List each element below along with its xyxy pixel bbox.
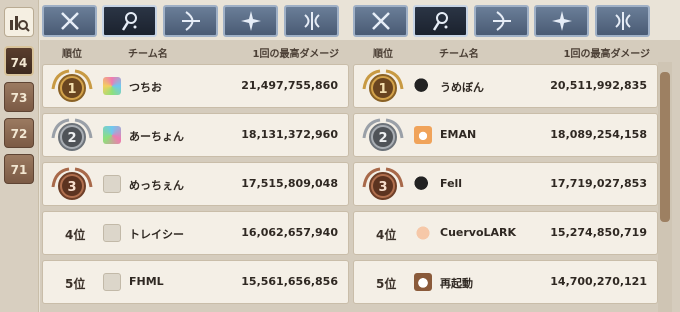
rank-label: 4位 bbox=[65, 228, 86, 242]
team-avatar bbox=[414, 175, 432, 193]
tab-bow[interactable] bbox=[163, 5, 218, 37]
tab-magic-staff[interactable] bbox=[413, 5, 468, 37]
team-avatar bbox=[414, 224, 432, 242]
ranking-row[interactable]: 3 Fell 17,719,027,853 bbox=[353, 162, 658, 206]
tab-magic-staff[interactable] bbox=[102, 5, 157, 37]
ranking-scrollbar[interactable] bbox=[658, 62, 672, 312]
column-team: チーム名 bbox=[128, 49, 168, 60]
cross-compass-icon bbox=[551, 11, 572, 31]
column-team: チーム名 bbox=[439, 49, 479, 60]
max-damage: 14,700,270,121 bbox=[550, 275, 647, 288]
team-name: 再起動 bbox=[440, 277, 473, 290]
tab-bow[interactable] bbox=[474, 5, 529, 37]
team-name: うめぼん bbox=[440, 81, 484, 94]
season-tab-71[interactable]: 71 bbox=[4, 154, 34, 184]
team-avatar bbox=[103, 175, 121, 193]
team-name: あーちょん bbox=[129, 130, 184, 143]
max-damage: 18,131,372,960 bbox=[241, 128, 338, 141]
team-avatar bbox=[414, 273, 432, 291]
gold-medal-icon: 1 bbox=[51, 69, 93, 102]
team-avatar bbox=[103, 126, 121, 144]
silver-medal-icon: 2 bbox=[51, 118, 93, 151]
ranking-search-button[interactable] bbox=[4, 7, 34, 37]
team-avatar bbox=[103, 77, 121, 95]
tab-winged-blade[interactable] bbox=[595, 5, 650, 37]
team-avatar bbox=[414, 126, 432, 144]
ranking-row[interactable]: 2 あーちょん 18,131,372,960 bbox=[42, 113, 349, 157]
max-damage: 17,719,027,853 bbox=[550, 177, 647, 190]
tab-cross-compass[interactable] bbox=[223, 5, 278, 37]
scrollbar-thumb[interactable] bbox=[660, 72, 670, 222]
ranking-row[interactable]: 2 EMAN 18,089,254,158 bbox=[353, 113, 658, 157]
team-name: つちお bbox=[129, 81, 162, 94]
tab-winged-blade[interactable] bbox=[284, 5, 339, 37]
ranking-row[interactable]: 4位 トレイシー 16,062,657,940 bbox=[42, 211, 349, 255]
magnifier-chart-icon bbox=[10, 16, 30, 32]
season-tab-73[interactable]: 73 bbox=[4, 82, 34, 112]
rank-label: 5位 bbox=[65, 277, 86, 291]
team-name: Fell bbox=[440, 177, 463, 190]
season-tab-74[interactable]: 74 bbox=[4, 46, 34, 76]
team-avatar bbox=[103, 224, 121, 242]
max-damage: 21,497,755,860 bbox=[241, 79, 338, 92]
magic-staff-icon bbox=[432, 12, 448, 31]
rank-number: 1 bbox=[378, 82, 387, 97]
max-damage: 15,561,656,856 bbox=[241, 275, 338, 288]
team-avatar bbox=[414, 77, 432, 95]
winged-blade-icon bbox=[303, 12, 320, 30]
team-name: CuervoLARK bbox=[440, 226, 517, 239]
max-damage: 17,515,809,048 bbox=[241, 177, 338, 190]
team-name: FHML bbox=[129, 275, 164, 288]
ranking-row[interactable]: 4位 CuervoLARK 15,274,850,719 bbox=[353, 211, 658, 255]
rank-number: 3 bbox=[378, 180, 387, 195]
bronze-medal-icon: 3 bbox=[362, 167, 404, 200]
max-damage: 18,089,254,158 bbox=[550, 128, 647, 141]
winged-blade-icon bbox=[614, 12, 631, 30]
table-header: 順位 チーム名 1回の最高ダメージ bbox=[40, 40, 351, 62]
bow-icon bbox=[492, 11, 511, 31]
silver-medal-icon: 2 bbox=[362, 118, 404, 151]
season-sidebar: 74 73 72 71 bbox=[0, 0, 39, 312]
cross-compass-icon bbox=[240, 11, 261, 31]
bow-icon bbox=[181, 11, 200, 31]
team-name: EMAN bbox=[440, 128, 477, 141]
max-damage: 20,511,992,835 bbox=[550, 79, 647, 92]
column-rank: 順位 bbox=[62, 49, 82, 60]
ranking-row[interactable]: 1 つちお 21,497,755,860 bbox=[42, 64, 349, 108]
team-avatar bbox=[103, 273, 121, 291]
crossed-swords-icon bbox=[371, 12, 390, 30]
tab-cross-compass[interactable] bbox=[534, 5, 589, 37]
gold-medal-icon: 1 bbox=[362, 69, 404, 102]
right-ranking-panel: 順位 チーム名 1回の最高ダメージ 1 うめぼん 20,511,992,835 … bbox=[351, 40, 680, 312]
ranking-row[interactable]: 3 めっちぇん 17,515,809,048 bbox=[42, 162, 349, 206]
left-ranking-panel: 順位 チーム名 1回の最高ダメージ 1 つちお 21,497,755,860 2… bbox=[40, 40, 351, 312]
max-damage: 16,062,657,940 bbox=[241, 226, 338, 239]
max-damage: 15,274,850,719 bbox=[550, 226, 647, 239]
column-rank: 順位 bbox=[373, 49, 393, 60]
team-name: めっちぇん bbox=[129, 179, 184, 192]
ranking-row[interactable]: 1 うめぼん 20,511,992,835 bbox=[353, 64, 658, 108]
tab-crossed-swords[interactable] bbox=[353, 5, 408, 37]
rank-number: 2 bbox=[67, 131, 76, 146]
rank-number: 2 bbox=[378, 131, 387, 146]
ranking-row[interactable]: 5位 FHML 15,561,656,856 bbox=[42, 260, 349, 304]
column-damage: 1回の最高ダメージ bbox=[252, 49, 339, 60]
team-name: トレイシー bbox=[129, 228, 184, 241]
column-damage: 1回の最高ダメージ bbox=[563, 49, 650, 60]
rank-label: 4位 bbox=[376, 228, 397, 242]
season-tab-72[interactable]: 72 bbox=[4, 118, 34, 148]
magic-staff-icon bbox=[121, 12, 137, 31]
tab-crossed-swords[interactable] bbox=[42, 5, 97, 37]
table-header: 順位 チーム名 1回の最高ダメージ bbox=[351, 40, 680, 62]
rank-number: 1 bbox=[67, 82, 76, 97]
bronze-medal-icon: 3 bbox=[51, 167, 93, 200]
rank-label: 5位 bbox=[376, 277, 397, 291]
rank-number: 3 bbox=[67, 180, 76, 195]
ranking-row[interactable]: 5位 再起動 14,700,270,121 bbox=[353, 260, 658, 304]
crossed-swords-icon bbox=[60, 12, 79, 30]
